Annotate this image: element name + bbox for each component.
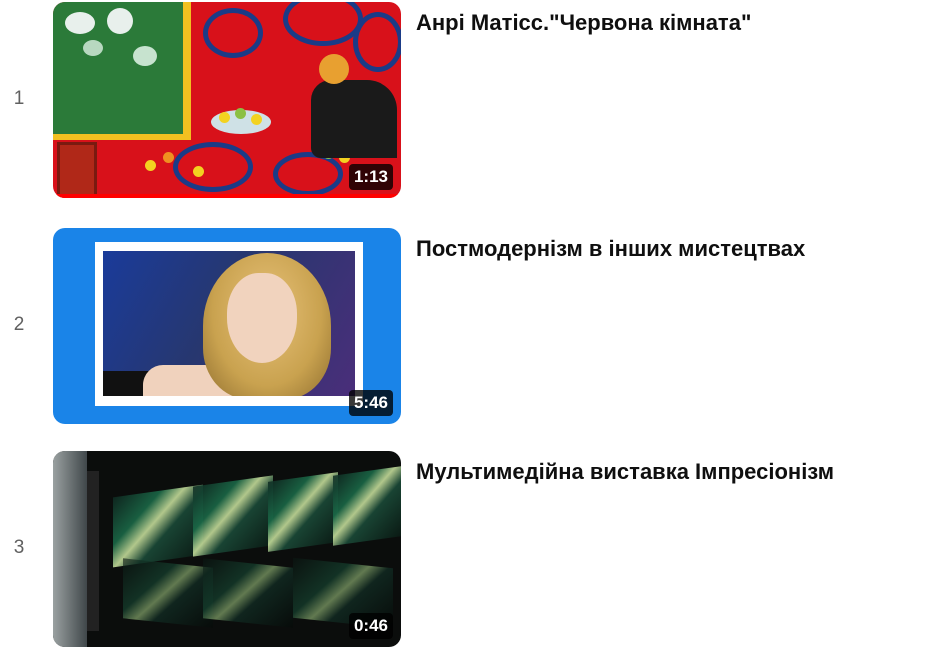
chair <box>57 142 97 198</box>
playlist-item[interactable]: 3 0:46 Мультимедійна виставка Імпресіоні… <box>0 451 936 649</box>
video-title[interactable]: Постмодернізм в інших мистецтвах <box>416 234 931 264</box>
playlist-item[interactable]: 2 5:46 Постмодернізм в інших мистецтвах <box>0 228 936 426</box>
playlist: 1 1:13 Анрі Матісс."Червона кімната" 2 5… <box>0 0 936 649</box>
duration-badge: 0:46 <box>348 613 393 639</box>
video-thumbnail[interactable]: 1:13 <box>53 2 401 198</box>
watch-progress-bar <box>53 194 401 198</box>
video-thumbnail[interactable]: 0:46 <box>53 451 401 647</box>
video-title[interactable]: Анрі Матісс."Червона кімната" <box>416 8 931 38</box>
painting-window <box>53 2 191 140</box>
woman-figure <box>311 80 397 158</box>
item-index: 2 <box>13 314 25 335</box>
playlist-item[interactable]: 1 1:13 Анрі Матісс."Червона кімната" <box>0 2 936 200</box>
item-index: 1 <box>13 88 25 109</box>
video-thumbnail[interactable]: 5:46 <box>53 228 401 424</box>
duration-badge: 5:46 <box>348 390 393 416</box>
duration-badge: 1:13 <box>348 164 393 190</box>
video-title[interactable]: Мультимедійна виставка Імпресіонізм <box>416 457 931 487</box>
portrait-photo <box>103 251 355 396</box>
item-index: 3 <box>13 537 25 558</box>
